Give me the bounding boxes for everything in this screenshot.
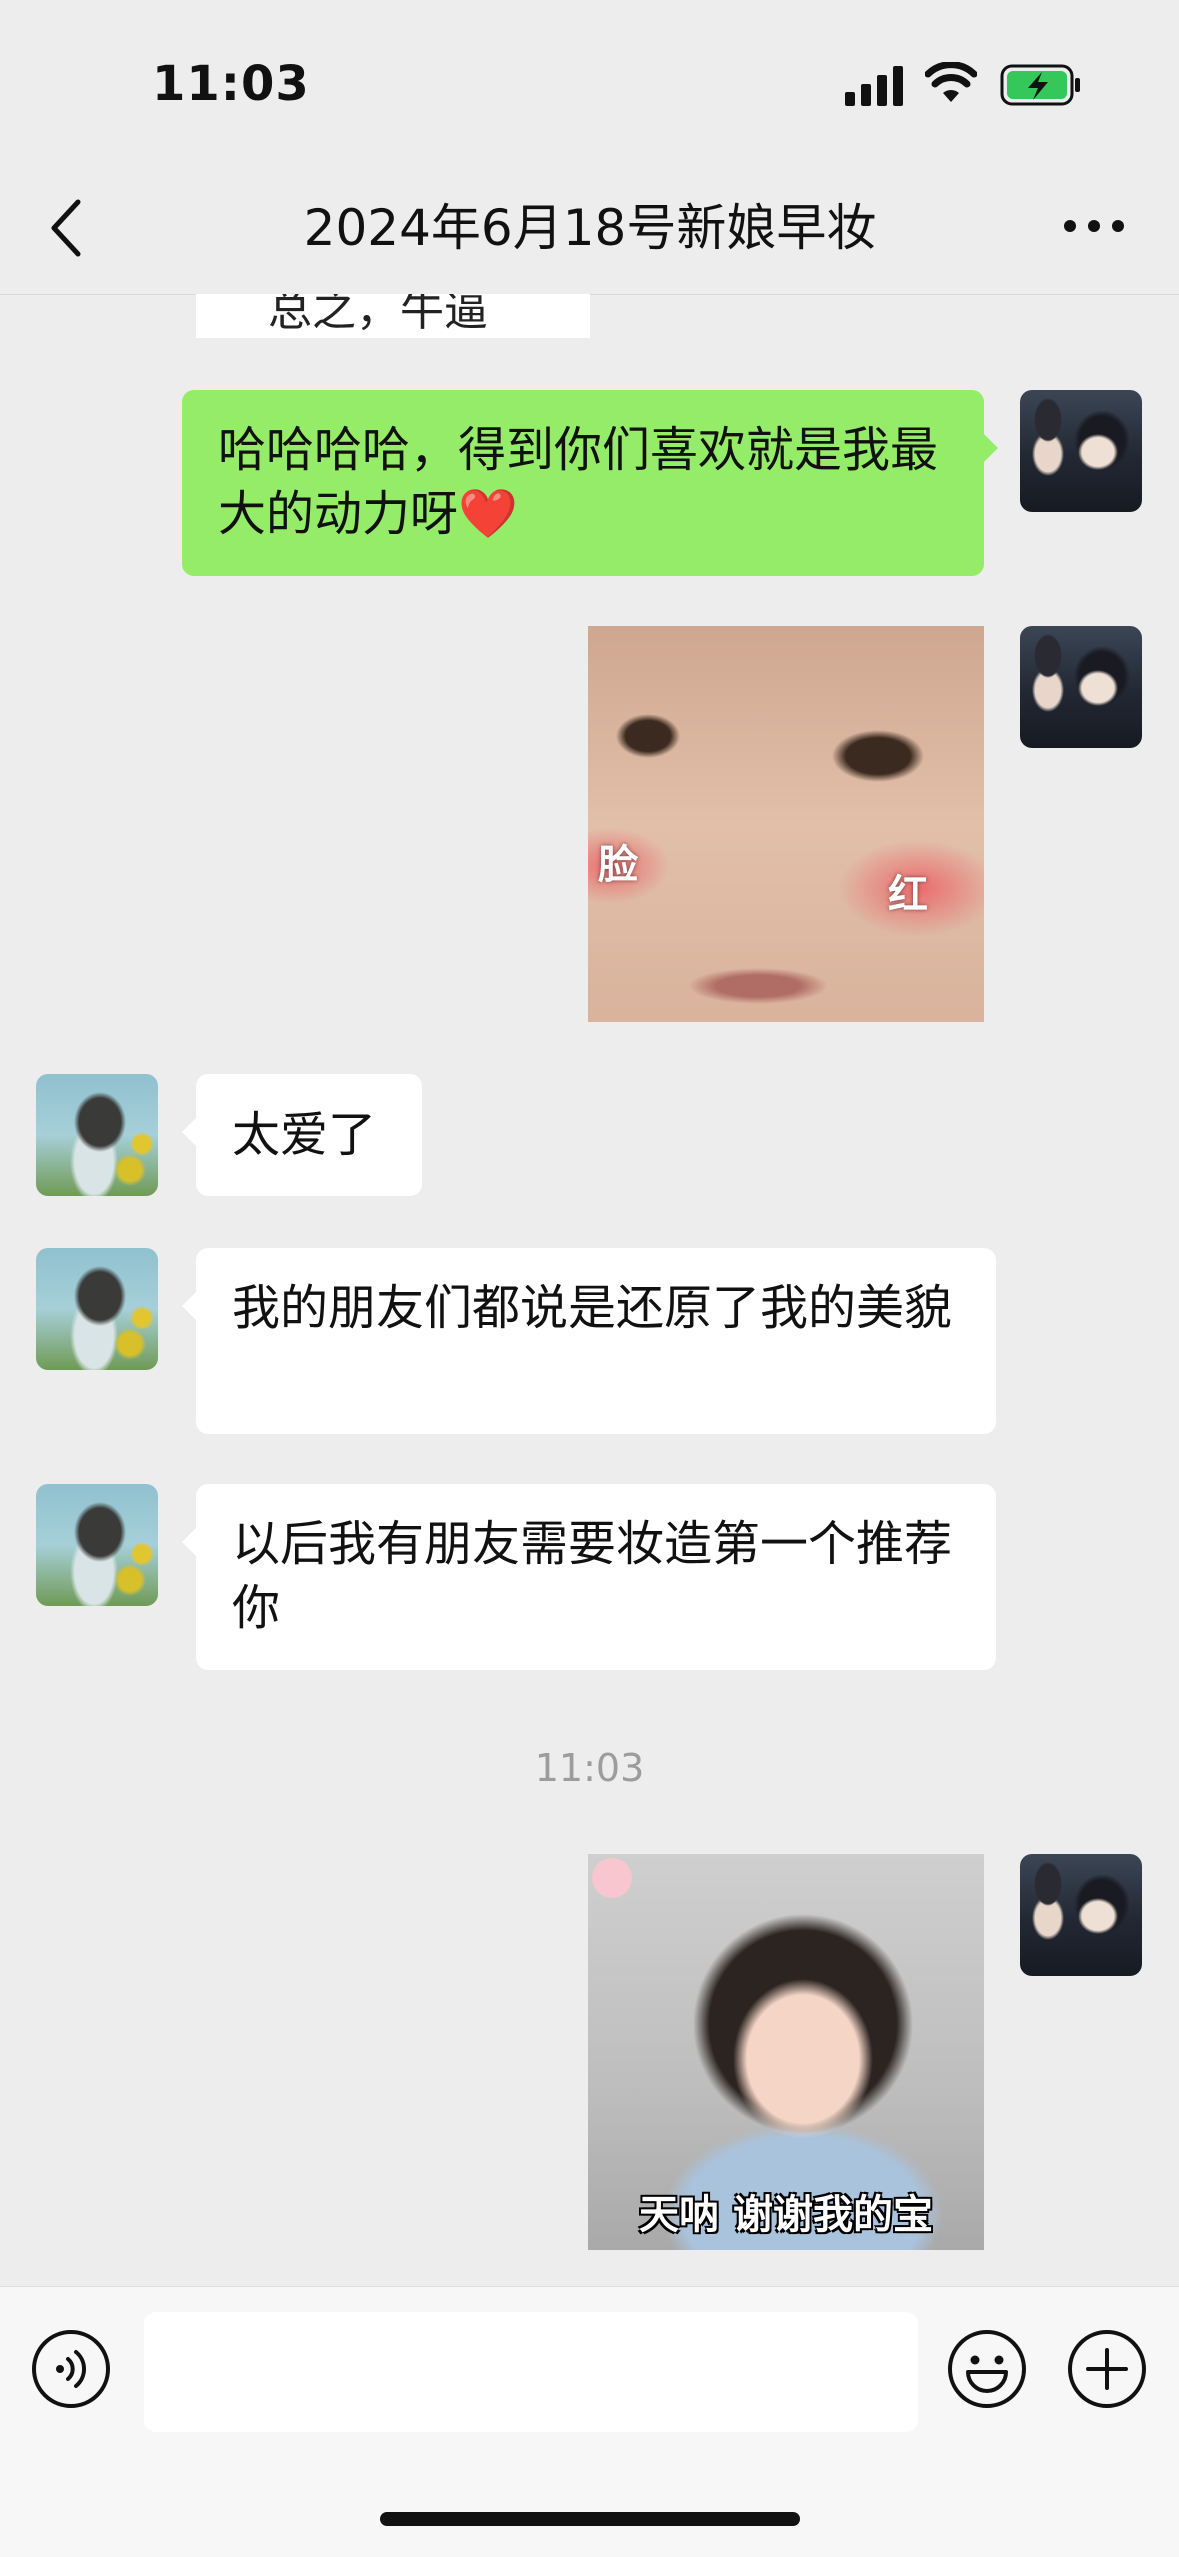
message-bubble-sent[interactable]: 哈哈哈哈，得到你们喜欢就是我最大的动力呀❤️ <box>182 390 984 576</box>
my-avatar[interactable] <box>1020 626 1142 748</box>
message-bubble-received[interactable]: 太爱了 <box>196 1074 422 1196</box>
more-options-icon[interactable] <box>1058 202 1130 250</box>
contact-avatar[interactable] <box>36 1484 158 1606</box>
message-bubble-received[interactable]: 我的朋友们都说是还原了我的美貌 <box>196 1248 996 1434</box>
cellular-signal-icon <box>845 66 903 106</box>
wifi-icon <box>925 62 977 102</box>
sticker-message-thanks[interactable]: 天呐 谢谢我的宝 <box>588 1854 984 2250</box>
sticker-caption-left: 脸 <box>598 842 638 888</box>
my-avatar[interactable] <box>1020 390 1142 512</box>
heart-emoji: ❤️ <box>458 486 518 542</box>
bubble-tail <box>182 1528 196 1556</box>
scrolled-image-text: 总之，牛逼 <box>268 294 488 336</box>
contact-avatar[interactable] <box>36 1248 158 1370</box>
message-text: 哈哈哈哈，得到你们喜欢就是我最大的动力呀 <box>218 422 939 542</box>
back-chevron-icon[interactable] <box>44 196 88 260</box>
bubble-tail <box>984 434 998 462</box>
my-avatar[interactable] <box>1020 1854 1142 1976</box>
sticker-message-blush[interactable]: 脸 红 <box>588 626 984 1022</box>
sticker-caption: 天呐 谢谢我的宝 <box>639 2192 933 2238</box>
home-indicator <box>380 2512 800 2526</box>
message-input[interactable] <box>144 2312 918 2432</box>
message-bubble-received[interactable]: 以后我有朋友需要妆造第一个推荐你 <box>196 1484 996 1670</box>
message-text: 我的朋友们都说是还原了我的美貌 <box>232 1280 953 1336</box>
sticker-caption-right: 红 <box>888 872 928 918</box>
bubble-tail <box>182 1118 196 1146</box>
battery-charging-icon <box>1000 64 1080 106</box>
message-text: 以后我有朋友需要妆造第一个推荐你 <box>232 1516 953 1636</box>
chat-title: 2024年6月18号新娘早妆 <box>303 199 877 257</box>
emoji-icon[interactable] <box>946 2328 1028 2410</box>
voice-input-icon[interactable] <box>30 2328 112 2410</box>
bubble-tail <box>182 1292 196 1320</box>
scrolled-image-message[interactable]: 总之，牛逼 <box>196 294 590 338</box>
message-text: 太爱了 <box>232 1107 377 1163</box>
pig-watermark-icon <box>592 1858 632 1898</box>
plus-icon[interactable] <box>1066 2328 1148 2410</box>
timestamp-divider: 11:03 <box>534 1746 645 1790</box>
contact-avatar[interactable] <box>36 1074 158 1196</box>
status-time: 11:03 <box>152 56 310 112</box>
